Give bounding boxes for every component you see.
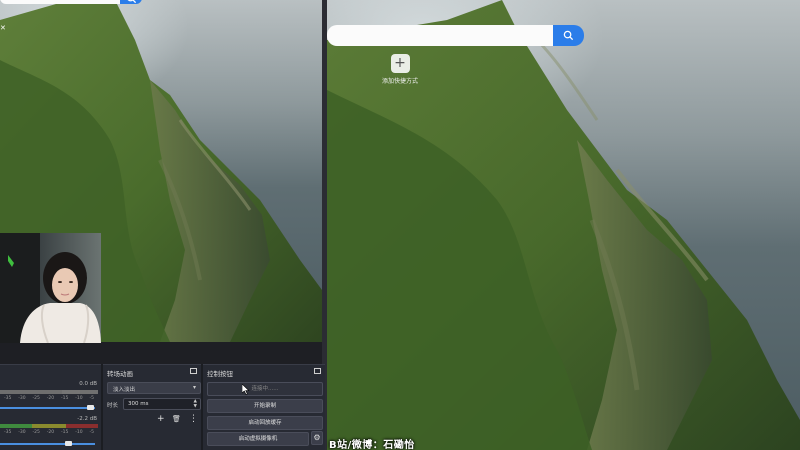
left-search-button[interactable] — [120, 0, 142, 4]
add-shortcut-label: 添加快捷方式 — [381, 78, 418, 85]
duration-value: 300 ms — [128, 401, 149, 407]
start-replay-buffer-button[interactable]: 启动回放缓存 — [207, 416, 323, 430]
close-icon[interactable]: ✕ — [0, 24, 6, 32]
channel-1-volume-handle[interactable] — [87, 405, 94, 410]
search-icon — [127, 0, 136, 3]
chevron-down-icon: ▾ — [192, 384, 196, 391]
gear-icon[interactable]: ⚙ — [311, 431, 323, 445]
webcam-person-illustration — [0, 233, 101, 343]
add-shortcut[interactable]: + 添加快捷方式 — [375, 54, 425, 85]
more-options-icon[interactable]: ⋮ — [189, 414, 198, 424]
start-streaming-button[interactable]: 连接中...... — [207, 382, 323, 396]
scene-transitions-title: 转场动画 — [103, 365, 201, 379]
transition-type-value: 淡入淡出 — [113, 387, 136, 393]
left-search-bar — [0, 0, 142, 4]
duration-input[interactable]: 300 ms ▲ ▼ — [123, 398, 201, 410]
delete-icon[interactable]: 🗑 — [172, 415, 181, 423]
right-search-button[interactable] — [553, 25, 584, 46]
start-virtual-camera-button[interactable]: 启动虚拟摄像机 — [207, 432, 309, 446]
duration-label: 时长 — [107, 403, 119, 409]
watermark-text: B站/微博：石磡怡 — [329, 440, 415, 450]
channel-1-volume-slider[interactable] — [0, 407, 95, 409]
scene-transitions-dock: 转场动画 淡入淡出 ▾ 时长 300 ms ▲ ▼ + 🗑 ⋮ — [103, 364, 201, 450]
channel-2-volume-handle[interactable] — [65, 441, 72, 446]
channel-2-meter — [0, 424, 98, 428]
controls-title: 控制按钮 — [203, 365, 325, 379]
transition-type-select[interactable]: 淡入淡出 ▾ — [107, 382, 201, 394]
channel-2-volume-slider[interactable] — [0, 443, 95, 445]
channel-2-db: -2.2 dB — [77, 416, 97, 422]
left-search-input[interactable] — [0, 0, 121, 4]
controls-dock: 控制按钮 连接中...... 开始录制 启动回放缓存 启动虚拟摄像机 — [203, 364, 325, 450]
right-search-bar — [327, 25, 584, 46]
channel-1-scale: -35 -30 -25 -20 -15 -10 -5 — [4, 396, 94, 401]
channel-1-db: 0.0 dB — [79, 381, 97, 387]
search-icon — [563, 30, 574, 41]
add-transition-icon[interactable]: + — [157, 414, 165, 424]
undock-icon[interactable] — [314, 368, 321, 374]
plus-icon: + — [390, 54, 410, 73]
spinner-arrows-icon[interactable]: ▲ ▼ — [194, 399, 197, 409]
start-recording-button[interactable]: 开始录制 — [207, 399, 323, 413]
webcam-feed — [0, 233, 101, 343]
channel-2-scale: -35 -30 -25 -20 -15 -10 -5 — [4, 430, 94, 435]
audio-mixer-title — [0, 365, 101, 379]
channel-1-meter — [0, 390, 98, 394]
right-search-input[interactable] — [327, 25, 553, 46]
undock-icon[interactable] — [190, 368, 197, 374]
audio-mixer-dock: 0.0 dB -35 -30 -25 -20 -15 -10 -5 -2.2 dB -35-… — [0, 364, 101, 450]
mouse-cursor-icon — [242, 384, 250, 395]
